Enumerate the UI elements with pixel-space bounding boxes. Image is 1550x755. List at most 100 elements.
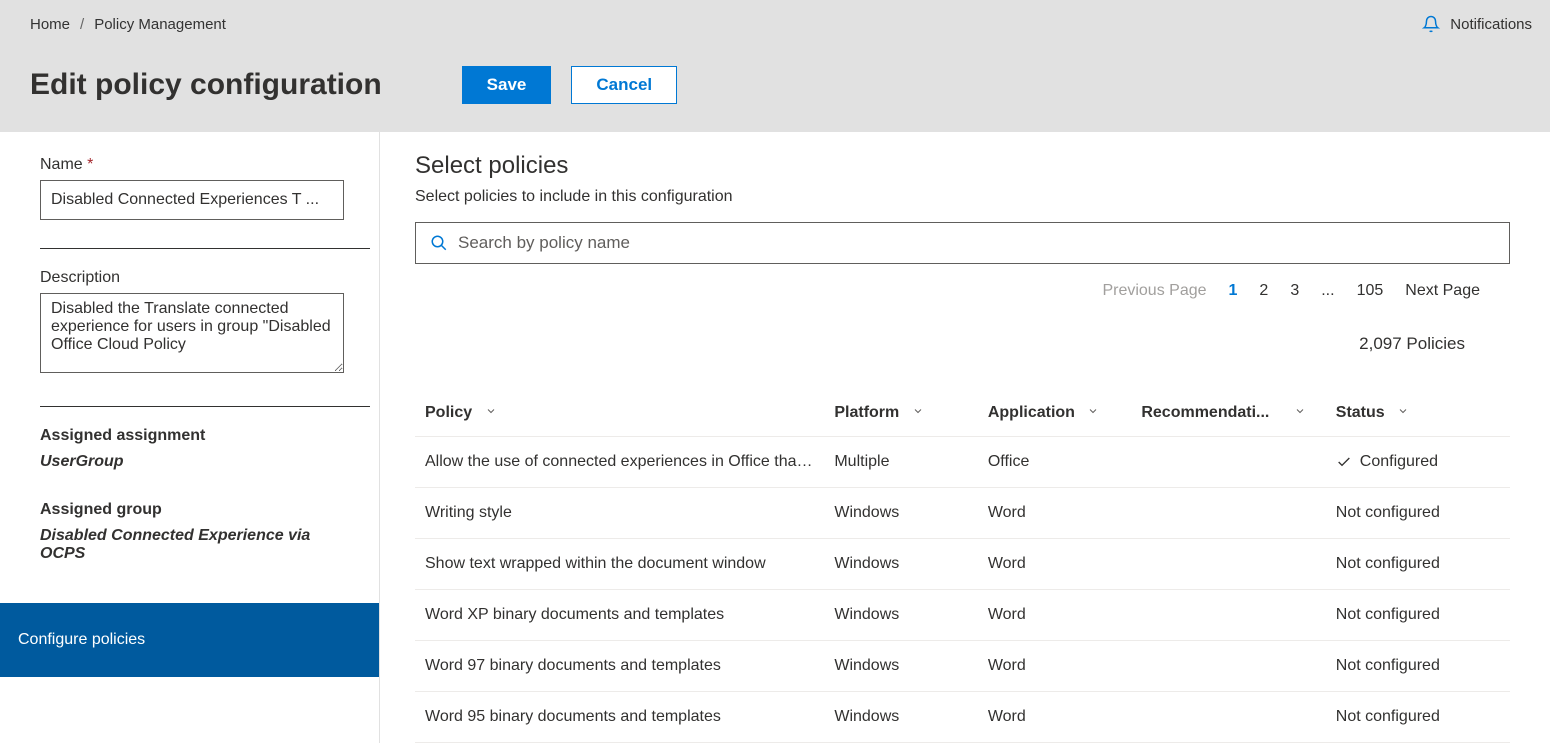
- table-row[interactable]: Allow the use of connected experiences i…: [415, 437, 1510, 488]
- cell-status: Not configured: [1326, 488, 1510, 539]
- button-row: Save Cancel: [462, 66, 677, 104]
- breadcrumb-separator: /: [80, 16, 84, 33]
- cell-application: Word: [978, 488, 1132, 539]
- col-status[interactable]: Status: [1326, 390, 1510, 437]
- col-policy[interactable]: Policy: [415, 390, 824, 437]
- cell-platform: Windows: [824, 641, 978, 692]
- cell-policy: Word 95 binary documents and templates: [415, 692, 824, 743]
- cell-recommendation: [1131, 641, 1325, 692]
- cancel-button[interactable]: Cancel: [571, 66, 677, 104]
- section-subtitle: Select policies to include in this confi…: [415, 188, 1510, 206]
- cell-application: Office: [978, 437, 1132, 488]
- table-row[interactable]: Word 95 binary documents and templatesWi…: [415, 692, 1510, 743]
- assigned-group-group: Assigned group Disabled Connected Experi…: [0, 501, 379, 563]
- cell-policy: Allow the use of connected experiences i…: [415, 437, 824, 488]
- cell-application: Word: [978, 590, 1132, 641]
- pagination: Previous Page 1 2 3 ... 105 Next Page: [415, 282, 1510, 300]
- status-text: Not configured: [1336, 555, 1440, 573]
- page-ellipsis: ...: [1321, 282, 1334, 300]
- page-2[interactable]: 2: [1259, 282, 1268, 300]
- divider: [40, 406, 370, 407]
- description-field-group: Description Disabled the Translate conne…: [0, 269, 379, 378]
- col-application-label: Application: [988, 404, 1075, 421]
- status-text: Not configured: [1336, 657, 1440, 675]
- table-row[interactable]: Word XP binary documents and templatesWi…: [415, 590, 1510, 641]
- cell-status: Not configured: [1326, 641, 1510, 692]
- cell-policy: Word 97 binary documents and templates: [415, 641, 824, 692]
- table-row[interactable]: Word 97 binary documents and templatesWi…: [415, 641, 1510, 692]
- col-platform[interactable]: Platform: [824, 390, 978, 437]
- table-row[interactable]: Show text wrapped within the document wi…: [415, 539, 1510, 590]
- description-textarea[interactable]: Disabled the Translate connected experie…: [40, 293, 344, 373]
- save-button[interactable]: Save: [462, 66, 552, 104]
- cell-status: Not configured: [1326, 539, 1510, 590]
- table-row[interactable]: Writing styleWindowsWordNot configured: [415, 488, 1510, 539]
- check-icon: [1336, 454, 1352, 470]
- cell-recommendation: [1131, 539, 1325, 590]
- search-box[interactable]: [415, 222, 1510, 264]
- col-application[interactable]: Application: [978, 390, 1132, 437]
- cell-recommendation: [1131, 692, 1325, 743]
- breadcrumb: Home / Policy Management: [30, 16, 226, 33]
- main-panel: Select policies Select policies to inclu…: [380, 132, 1550, 743]
- cell-platform: Windows: [824, 539, 978, 590]
- status-text: Not configured: [1336, 708, 1440, 726]
- cell-policy: Word XP binary documents and templates: [415, 590, 824, 641]
- cell-platform: Windows: [824, 692, 978, 743]
- header-bar: Edit policy configuration Save Cancel: [0, 48, 1550, 132]
- search-input[interactable]: [458, 233, 1495, 253]
- notifications-label: Notifications: [1450, 16, 1532, 33]
- content: Name * Description Disabled the Translat…: [0, 132, 1550, 743]
- cell-platform: Windows: [824, 590, 978, 641]
- top-bar: Home / Policy Management Notifications: [0, 0, 1550, 48]
- chevron-down-icon: [1397, 405, 1409, 417]
- col-recommendation-label: Recommendati...: [1141, 404, 1269, 421]
- required-asterisk: *: [87, 156, 93, 173]
- cell-status: Configured: [1326, 437, 1510, 488]
- page-3[interactable]: 3: [1290, 282, 1299, 300]
- next-page[interactable]: Next Page: [1405, 282, 1480, 300]
- section-title: Select policies: [415, 152, 1510, 180]
- divider: [40, 248, 370, 249]
- policies-table: Policy Platform Application Recommendati…: [415, 390, 1510, 743]
- cell-policy: Show text wrapped within the document wi…: [415, 539, 824, 590]
- breadcrumb-current[interactable]: Policy Management: [94, 16, 226, 33]
- page-title: Edit policy configuration: [30, 68, 382, 102]
- sidebar: Name * Description Disabled the Translat…: [0, 132, 380, 743]
- search-icon: [430, 234, 448, 252]
- status-text: Not configured: [1336, 606, 1440, 624]
- page-105[interactable]: 105: [1357, 282, 1384, 300]
- col-policy-label: Policy: [425, 404, 472, 421]
- col-recommendation[interactable]: Recommendati...: [1131, 390, 1325, 437]
- chevron-down-icon: [912, 405, 924, 417]
- cell-recommendation: [1131, 590, 1325, 641]
- col-status-label: Status: [1336, 404, 1385, 421]
- status-text: Configured: [1360, 453, 1438, 471]
- cell-status: Not configured: [1326, 590, 1510, 641]
- policies-count: 2,097 Policies: [415, 334, 1510, 354]
- cell-recommendation: [1131, 488, 1325, 539]
- cell-application: Word: [978, 641, 1132, 692]
- cell-status: Not configured: [1326, 692, 1510, 743]
- configure-policies-nav[interactable]: Configure policies: [0, 603, 379, 677]
- col-platform-label: Platform: [834, 404, 899, 421]
- breadcrumb-home[interactable]: Home: [30, 16, 70, 33]
- previous-page[interactable]: Previous Page: [1102, 282, 1206, 300]
- chevron-down-icon: [1087, 405, 1099, 417]
- description-label: Description: [40, 269, 339, 287]
- assigned-assignment-label: Assigned assignment: [40, 427, 339, 445]
- assigned-assignment-value: UserGroup: [40, 453, 339, 471]
- cell-application: Word: [978, 539, 1132, 590]
- assigned-assignment-group: Assigned assignment UserGroup: [0, 427, 379, 471]
- page-1[interactable]: 1: [1229, 282, 1238, 300]
- notifications[interactable]: Notifications: [1422, 15, 1532, 33]
- assigned-group-value: Disabled Connected Experience via OCPS: [40, 527, 339, 563]
- name-field-group: Name *: [0, 156, 379, 220]
- name-label-text: Name: [40, 156, 83, 173]
- name-input[interactable]: [40, 180, 344, 220]
- chevron-down-icon: [1294, 405, 1306, 417]
- cell-policy: Writing style: [415, 488, 824, 539]
- bell-icon: [1422, 15, 1440, 33]
- chevron-down-icon: [485, 405, 497, 417]
- cell-application: Word: [978, 692, 1132, 743]
